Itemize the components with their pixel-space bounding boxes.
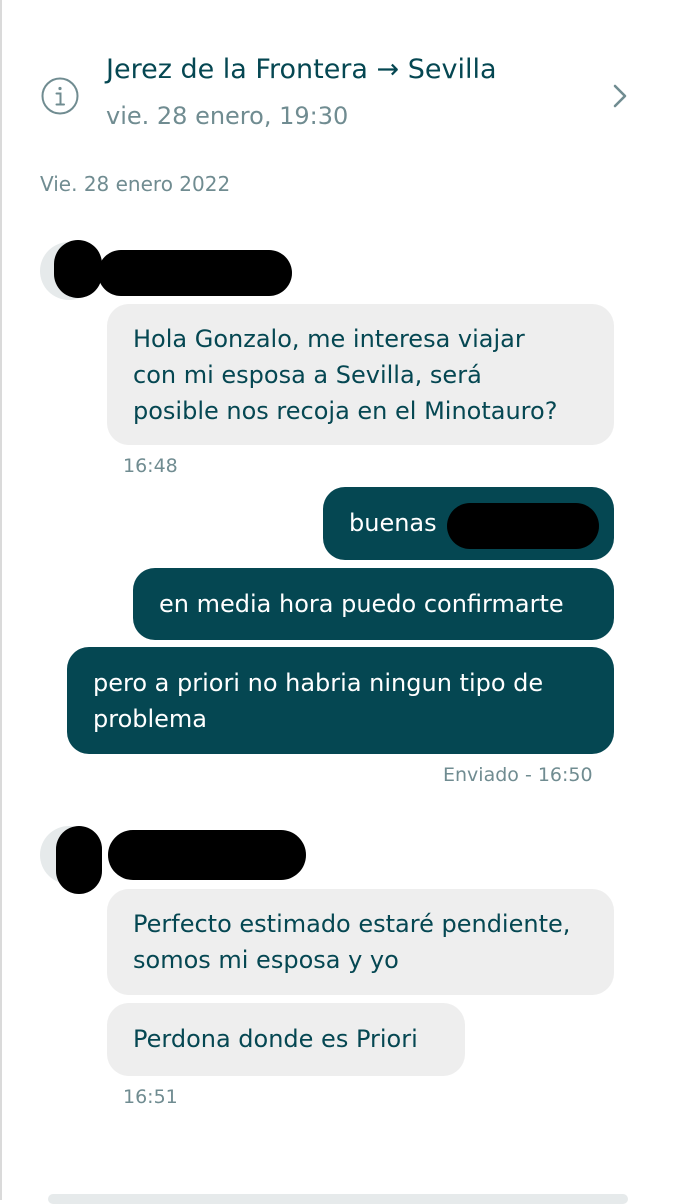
message-text: en media hora puedo confirmarte <box>159 590 564 618</box>
sender-name-redaction <box>98 250 292 296</box>
trip-route-title: Jerez de la Frontera → Sevilla <box>106 54 497 85</box>
chevron-right-icon[interactable] <box>607 82 633 110</box>
message-bubble-incoming[interactable]: Perdona donde es Priori <box>107 1003 465 1076</box>
message-status-timestamp: Enviado - 16:50 <box>443 764 593 786</box>
redaction-mark <box>54 240 102 298</box>
trip-header[interactable]: Jerez de la Frontera → Sevilla vie. 28 e… <box>0 0 675 150</box>
message-bubble-outgoing[interactable]: en media hora puedo confirmarte <box>133 568 614 640</box>
message-bubble-outgoing[interactable]: pero a priori no habria ningun tipo de p… <box>67 647 614 754</box>
message-bubble-incoming[interactable]: Hola Gonzalo, me interesa viajar con mi … <box>107 304 614 445</box>
recipient-name-redaction <box>447 503 599 549</box>
message-timestamp: 16:48 <box>123 455 178 477</box>
conversation-day-label: Vie. 28 enero 2022 <box>40 172 231 196</box>
message-text: Perfecto estimado estaré pendiente, somo… <box>133 910 571 974</box>
message-timestamp: 16:51 <box>123 1086 178 1108</box>
message-text: Perdona donde es Priori <box>133 1025 418 1053</box>
message-text: Hola Gonzalo, me interesa viajar con mi … <box>133 325 558 425</box>
info-icon[interactable] <box>40 76 80 116</box>
window-edge <box>0 0 2 1200</box>
redaction-mark <box>56 826 102 894</box>
message-input-bar[interactable] <box>48 1194 628 1204</box>
message-bubble-incoming[interactable]: Perfecto estimado estaré pendiente, somo… <box>107 889 614 995</box>
message-text: pero a priori no habria ningun tipo de p… <box>93 669 544 733</box>
sender-name-redaction <box>108 830 306 880</box>
trip-datetime: vie. 28 enero, 19:30 <box>106 102 349 130</box>
